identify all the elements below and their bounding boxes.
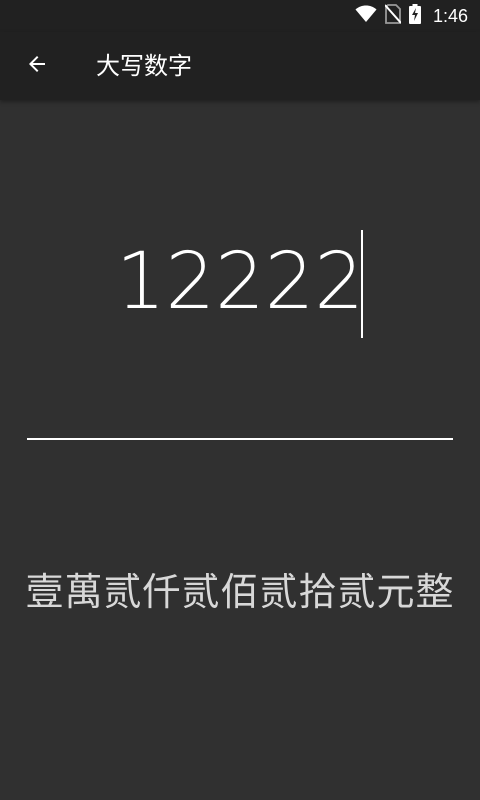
status-time: 1:46	[432, 5, 468, 26]
text-cursor	[361, 230, 363, 338]
uppercase-result-text: 壹萬贰仟贰佰贰拾贰元整	[25, 570, 455, 614]
back-button[interactable]	[14, 43, 60, 89]
page-title: 大写数字	[96, 52, 192, 80]
number-input[interactable]	[28, 222, 452, 342]
arrow-back-icon	[25, 52, 49, 80]
no-sim-icon	[384, 4, 402, 28]
status-bar: 1:46	[0, 0, 480, 32]
app-bar: 大写数字	[0, 32, 480, 100]
battery-charging-icon	[408, 4, 421, 28]
wifi-icon	[355, 5, 377, 27]
input-underline	[27, 438, 453, 440]
status-icons: 1:46	[355, 4, 468, 28]
